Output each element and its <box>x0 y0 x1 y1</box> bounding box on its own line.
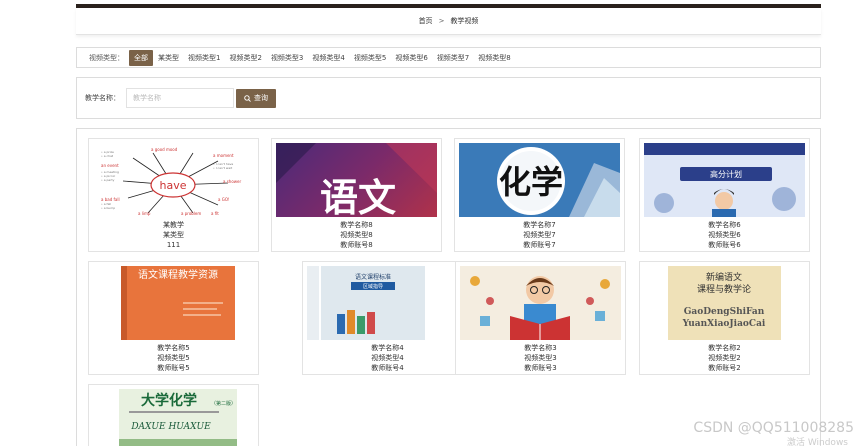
book-yellow-title2: 课程与教学论 <box>697 283 751 295</box>
svg-text:• a chat: • a chat <box>101 154 114 158</box>
svg-text:• a party: • a party <box>101 178 115 182</box>
video-type: 视频类型5 <box>157 354 190 362</box>
breadcrumb-separator: > <box>438 17 445 25</box>
video-type: 视频类型3 <box>524 354 557 362</box>
video-account: 教师账号2 <box>708 364 741 372</box>
type-option[interactable]: 视频类型5 <box>350 51 390 65</box>
video-name: 教学名称8 <box>340 221 373 229</box>
svg-text:a GO!: a GO! <box>218 197 230 202</box>
type-option[interactable]: 视频类型6 <box>391 51 431 65</box>
video-thumbnail[interactable]: 语文课程教学资源 <box>93 266 254 340</box>
video-name: 教学名称7 <box>523 221 556 229</box>
video-account: 111 <box>166 241 181 249</box>
video-type: 视频类型4 <box>371 354 404 362</box>
daxue-pinyin: DAXUE HUAXUE <box>130 422 211 432</box>
video-type: 某类型 <box>163 231 184 239</box>
svg-text:a good mood: a good mood <box>151 147 178 152</box>
daxue-edition: （第二版） <box>211 400 236 407</box>
search-input[interactable] <box>126 88 234 108</box>
video-type: 视频类型2 <box>708 354 741 362</box>
video-card[interactable]: 高分计划 教学名称6 视频类型6 教师账号6 <box>639 138 810 252</box>
video-thumbnail[interactable]: 高分计划 <box>644 143 805 217</box>
video-thumbnail[interactable]: a good mood an event a moment a shower a f… <box>93 143 254 217</box>
svg-text:a limp: a limp <box>138 211 151 216</box>
book-yellow-pinyin1: GaoDengShiFan <box>684 307 765 317</box>
svg-text:• I can't wait: • I can't wait <box>213 166 233 170</box>
video-name: 教学名称3 <box>524 344 557 352</box>
type-option[interactable]: 视频类型3 <box>267 51 307 65</box>
svg-text:a shower: a shower <box>223 179 242 184</box>
type-filter-label: 视频类型： <box>89 53 124 62</box>
video-card[interactable]: a good mood an event a moment a shower a f… <box>88 138 259 252</box>
daxue-title: 大学化学 <box>141 392 197 409</box>
type-option-all[interactable]: 全部 <box>129 49 153 66</box>
breadcrumb-home[interactable]: 首页 <box>419 16 433 26</box>
video-name: 教学名称4 <box>371 344 404 352</box>
type-option[interactable]: 视频类型1 <box>184 51 224 65</box>
video-thumbnail[interactable]: 语文 <box>276 143 437 217</box>
plan-text: 高分计划 <box>710 169 742 179</box>
huaxue-chars: 化学 <box>499 163 563 201</box>
video-thumbnail[interactable] <box>460 266 621 340</box>
svg-text:a problem: a problem <box>181 211 201 216</box>
book-yellow-title1: 新编语文 <box>706 271 742 283</box>
video-name: 教学名称5 <box>157 344 190 352</box>
video-type: 视频类型7 <box>523 231 556 239</box>
video-card[interactable]: 语文课程标准 区域指导 教学名称4 视频类型4 教师账号4 <box>302 261 473 375</box>
book-orange-title: 语文课程教学资源 <box>138 268 218 281</box>
watermark: CSDN @QQ511008285 <box>693 420 854 436</box>
book-grey-title: 语文课程标准 <box>355 273 391 281</box>
video-account: 教师账号3 <box>524 364 557 372</box>
video-name: 教学名称6 <box>708 221 741 229</box>
svg-text:a moment: a moment <box>213 153 234 158</box>
type-option[interactable]: 某类型 <box>154 51 183 65</box>
video-card[interactable]: 化学 教学名称7 视频类型7 教师账号7 <box>454 138 625 252</box>
svg-text:an event: an event <box>101 163 119 168</box>
video-thumbnail[interactable]: 新编语文 课程与教学论 GaoDengShiFan YuanXiaoJiaoCa… <box>644 266 805 340</box>
video-card[interactable]: 语文课程教学资源 教学名称5 视频类型5 教师账号5 <box>88 261 259 375</box>
video-type: 视频类型8 <box>340 231 373 239</box>
type-filter: 视频类型： 全部 某类型 视频类型1 视频类型2 视频类型3 视频类型4 视频类… <box>76 47 821 68</box>
video-card[interactable]: 教学名称3 视频类型3 教师账号3 <box>455 261 626 375</box>
video-account: 教师账号4 <box>371 364 404 372</box>
book-yellow-pinyin2: YuanXiaoJiaoCai <box>682 319 766 329</box>
search-label: 教学名称： <box>85 94 120 102</box>
video-account: 教师账号5 <box>157 364 190 372</box>
type-option[interactable]: 视频类型4 <box>308 51 348 65</box>
video-card[interactable]: 新编语文 课程与教学论 GaoDengShiFan YuanXiaoJiaoCa… <box>639 261 810 375</box>
breadcrumb: 首页 > 教学视频 <box>76 8 821 35</box>
video-thumbnail[interactable]: 大学化学 （第二版） DAXUE HUAXUE <box>93 389 254 446</box>
video-grid: a good mood an event a moment a shower a f… <box>76 128 821 446</box>
svg-text:• a bump: • a bump <box>101 206 115 210</box>
video-name: 教学名称2 <box>708 344 741 352</box>
type-option[interactable]: 视频类型7 <box>433 51 473 65</box>
video-account: 教师账号8 <box>340 241 373 249</box>
search-button[interactable]: 查询 <box>236 88 276 108</box>
type-option[interactable]: 视频类型2 <box>225 51 265 65</box>
video-account: 教师账号6 <box>708 241 741 249</box>
video-thumbnail[interactable]: 语文课程标准 区域指导 <box>307 266 468 340</box>
breadcrumb-current: 教学视频 <box>450 17 479 25</box>
search-icon <box>244 94 251 102</box>
book-grey-sub: 区域指导 <box>363 283 383 290</box>
video-card[interactable]: 语文 教学名称8 视频类型8 教师账号8 <box>271 138 442 252</box>
video-card[interactable]: 大学化学 （第二版） DAXUE HUAXUE <box>88 384 259 446</box>
video-type: 视频类型6 <box>708 231 741 239</box>
search-bar: 教学名称： 查询 <box>76 77 821 119</box>
yuwen-chars: 语文 <box>320 176 396 217</box>
video-name: 某教学 <box>163 221 184 229</box>
have-word: have <box>160 179 187 192</box>
svg-text:a fit: a fit <box>211 211 219 216</box>
search-button-label: 查询 <box>254 94 268 102</box>
type-option[interactable]: 视频类型8 <box>474 51 514 65</box>
activate-windows-watermark: 激活 Windows <box>786 438 848 446</box>
video-account: 教师账号7 <box>523 241 556 249</box>
video-thumbnail[interactable]: 化学 <box>459 143 620 217</box>
